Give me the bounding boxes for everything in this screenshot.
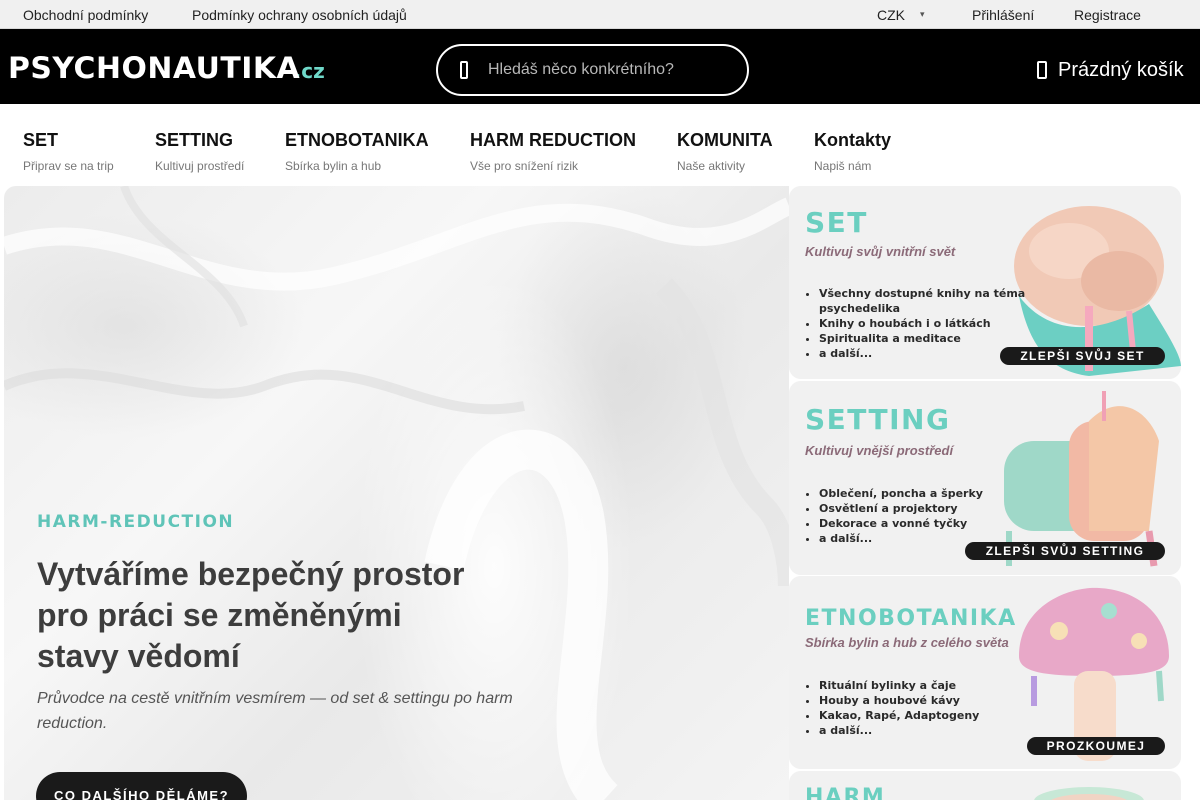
nav-subtitle: Vše pro snížení rizik xyxy=(470,159,579,173)
nav-title: Kontakty xyxy=(814,130,892,150)
nav-item-harm-reduction[interactable]: HARM REDUCTION Vše pro snížení rizik xyxy=(470,130,636,173)
list-item: Oblečení, poncha a šperky xyxy=(819,486,1049,501)
cart-label: Prázdný košík xyxy=(1058,58,1184,81)
card-heading: HARM xyxy=(805,785,886,800)
nav-title: SETTING xyxy=(155,130,234,150)
terms-link[interactable]: Obchodní podmínky xyxy=(23,7,148,23)
list-item: Dekorace a vonné tyčky xyxy=(819,516,1049,531)
search-input[interactable] xyxy=(488,58,728,82)
main-nav: SET Připrav se na trip SETTING Kultivuj … xyxy=(0,104,1200,186)
list-item: a další... xyxy=(819,723,1049,738)
card-subheading: Kultivuj vnější prostředí xyxy=(805,443,954,458)
nav-item-setting[interactable]: SETTING Kultivuj prostředí xyxy=(155,130,244,173)
hero-cta-button[interactable]: CO DALŠÍHO DĚLÁME? xyxy=(36,772,247,800)
logo-main: PSYCHONAUTIKA xyxy=(8,51,301,85)
search-icon[interactable] xyxy=(456,60,472,80)
hero-subtitle: Průvodce na cestě vnitřním vesmírem — od… xyxy=(37,690,513,732)
chevron-down-icon[interactable]: ▾ xyxy=(920,9,925,20)
privacy-link[interactable]: Podmínky ochrany osobních údajů xyxy=(192,7,407,23)
card-list: Rituální bylinky a čaje Houby a houbové … xyxy=(819,678,1049,738)
card-heading: ETNOBOTANIKA xyxy=(805,606,1017,631)
site-logo[interactable]: PSYCHONAUTIKA .cz xyxy=(8,51,325,85)
hero-title: Vytváříme bezpečný prostor pro práci se … xyxy=(37,554,537,677)
nav-item-kontakty[interactable]: Kontakty Napiš nám xyxy=(814,130,891,173)
category-card-setting[interactable]: SETTING Kultivuj vnější prostředí Obleče… xyxy=(789,381,1181,575)
search-box[interactable] xyxy=(436,44,749,96)
nav-item-komunita[interactable]: KOMUNITA Naše aktivity xyxy=(677,130,773,173)
category-card-harm-reduction[interactable]: HARM xyxy=(789,771,1181,800)
cart-button[interactable]: Prázdný košík xyxy=(1036,57,1184,83)
list-item: Kakao, Rapé, Adaptogeny xyxy=(819,708,1049,723)
nav-subtitle: Kultivuj prostředí xyxy=(155,159,245,173)
list-item: Spiritualita a meditace xyxy=(819,331,1049,346)
hero-title-line: stavy vědomí xyxy=(37,638,240,674)
card-list: Oblečení, poncha a šperky Osvětlení a pr… xyxy=(819,486,1049,546)
nav-title: HARM REDUCTION xyxy=(470,130,636,150)
list-item: Knihy o houbách i o látkách xyxy=(819,316,1049,331)
card-heading: SET xyxy=(805,206,868,239)
hero-banner: HARM-REDUCTION Vytváříme bezpečný prosto… xyxy=(4,186,789,800)
list-item: Všechny dostupné knihy na téma psychedel… xyxy=(819,286,1049,316)
register-link[interactable]: Registrace xyxy=(1074,7,1141,23)
nav-title: SET xyxy=(23,130,59,150)
nav-title: KOMUNITA xyxy=(677,130,773,150)
list-item: Osvětlení a projektory xyxy=(819,501,1049,516)
list-item: Rituální bylinky a čaje xyxy=(819,678,1049,693)
hero-title-line: pro práci se změněnými xyxy=(37,597,402,633)
nav-subtitle: Naše aktivity xyxy=(677,159,746,173)
login-link[interactable]: Přihlášení xyxy=(972,7,1034,23)
card-heading: SETTING xyxy=(805,403,951,436)
top-utility-bar: Obchodní podmínky Podmínky ochrany osobn… xyxy=(0,0,1200,29)
hero-title-line: Vytváříme bezpečný prostor xyxy=(37,556,465,592)
nav-subtitle: Připrav se na trip xyxy=(23,159,114,173)
improve-set-button[interactable]: ZLEPŠI SVŮJ SET xyxy=(1000,347,1165,365)
cart-icon xyxy=(1037,61,1047,79)
card-subheading: Kultivuj svůj vnitřní svět xyxy=(805,244,956,259)
card-subheading: Sbírka bylin a hub z celého světa xyxy=(805,635,1009,650)
nav-item-etnobotanika[interactable]: ETNOBOTANIKA Sbírka bylin a hub xyxy=(285,130,429,173)
improve-setting-button[interactable]: ZLEPŠI SVŮJ SETTING xyxy=(965,542,1165,560)
nav-title: ETNOBOTANIKA xyxy=(285,130,429,150)
nav-subtitle: Napiš nám xyxy=(814,159,872,173)
explore-button[interactable]: PROZKOUMEJ xyxy=(1027,737,1165,755)
hero-tag: HARM-REDUCTION xyxy=(37,512,235,532)
currency-selector[interactable]: CZK xyxy=(877,7,905,23)
category-card-etnobotanika[interactable]: ETNOBOTANIKA Sbírka bylin a hub z celého… xyxy=(789,576,1181,769)
nav-item-set[interactable]: SET Připrav se na trip xyxy=(23,130,114,173)
nav-subtitle: Sbírka bylin a hub xyxy=(285,159,382,173)
list-item: Houby a houbové kávy xyxy=(819,693,1049,708)
site-header: PSYCHONAUTIKA .cz Prázdný košík xyxy=(0,29,1200,104)
category-card-set[interactable]: SET Kultivuj svůj vnitřní svět Všechny d… xyxy=(789,186,1181,379)
